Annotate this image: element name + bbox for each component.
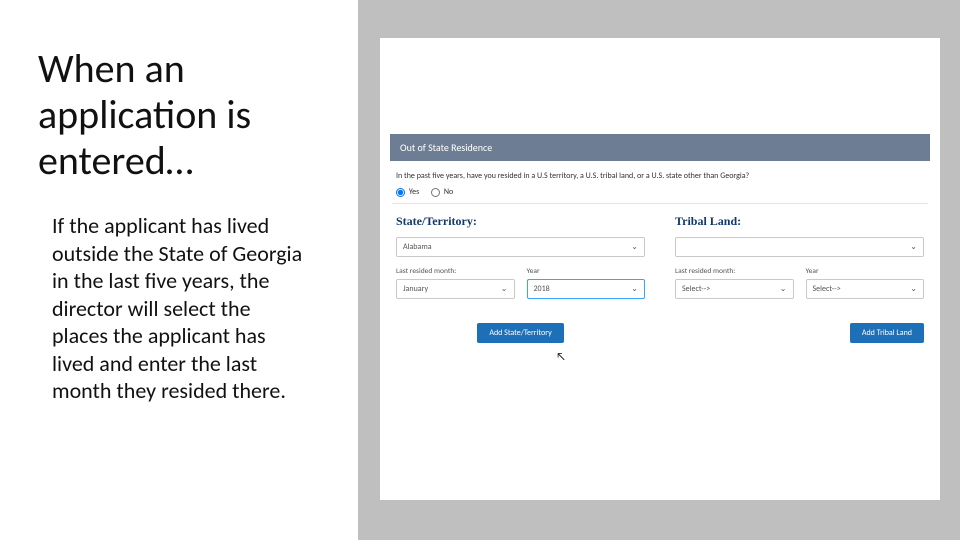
slide: When an application is entered… If the a… <box>0 0 960 540</box>
state-year-value: 2018 <box>534 284 550 294</box>
yes-no-group: Yes No <box>396 187 924 197</box>
state-month-value: January <box>403 284 428 294</box>
section-header-out-of-state: Out of State Residence <box>390 134 930 161</box>
divider <box>392 203 928 204</box>
tribal-month-year-row: Last resided month: Select--> ⌄ Year Sel… <box>675 267 924 309</box>
cursor-icon: ↖ <box>556 350 566 363</box>
radio-no-label[interactable]: No <box>431 187 453 197</box>
columns: State/Territory: Alabama ⌄ Last resided … <box>396 214 924 343</box>
left-text-panel: When an application is entered… If the a… <box>0 0 360 540</box>
slide-title: When an application is entered… <box>38 46 326 184</box>
chevron-down-icon: ⌄ <box>780 284 787 294</box>
radio-yes-text: Yes <box>409 187 419 197</box>
tribal-year-value: Select--> <box>813 284 841 294</box>
add-tribal-land-button[interactable]: Add Tribal Land <box>850 323 924 343</box>
right-screenshot-panel: Out of State Residence In the past five … <box>360 0 960 540</box>
state-month-label: Last resided month: <box>396 267 515 276</box>
tribal-year-label: Year <box>806 267 925 276</box>
state-select[interactable]: Alabama ⌄ <box>396 237 645 257</box>
radio-no-text: No <box>444 187 453 197</box>
state-territory-column: State/Territory: Alabama ⌄ Last resided … <box>396 214 645 343</box>
radio-yes[interactable] <box>396 188 405 197</box>
chevron-down-icon: ⌄ <box>910 284 917 294</box>
slide-body: If the applicant has lived outside the S… <box>52 212 307 405</box>
tribal-heading: Tribal Land: <box>675 214 924 229</box>
tribal-select[interactable]: ⌄ <box>675 237 924 257</box>
state-year-label: Year <box>527 267 646 276</box>
radio-no[interactable] <box>431 188 440 197</box>
chevron-down-icon: ⌄ <box>501 284 508 294</box>
radio-yes-label[interactable]: Yes <box>396 187 421 197</box>
state-month-year-row: Last resided month: January ⌄ Year 2018 … <box>396 267 645 309</box>
tribal-month-label: Last resided month: <box>675 267 794 276</box>
state-month-select[interactable]: January ⌄ <box>396 279 515 299</box>
tribal-month-select[interactable]: Select--> ⌄ <box>675 279 794 299</box>
state-select-value: Alabama <box>403 242 432 252</box>
tribal-year-select[interactable]: Select--> ⌄ <box>806 279 925 299</box>
tribal-land-column: Tribal Land: ⌄ Last resided month: Selec… <box>675 214 924 343</box>
state-heading: State/Territory: <box>396 214 645 229</box>
embedded-app: Out of State Residence In the past five … <box>380 38 940 500</box>
tribal-month-value: Select--> <box>682 284 710 294</box>
chevron-down-icon: ⌄ <box>631 242 638 252</box>
chevron-down-icon: ⌄ <box>910 242 917 252</box>
chevron-down-icon: ⌄ <box>631 284 638 294</box>
state-year-select[interactable]: 2018 ⌄ <box>527 279 646 299</box>
add-state-territory-button[interactable]: Add State/Territory <box>477 323 563 343</box>
residence-question: In the past five years, have you resided… <box>396 171 924 181</box>
